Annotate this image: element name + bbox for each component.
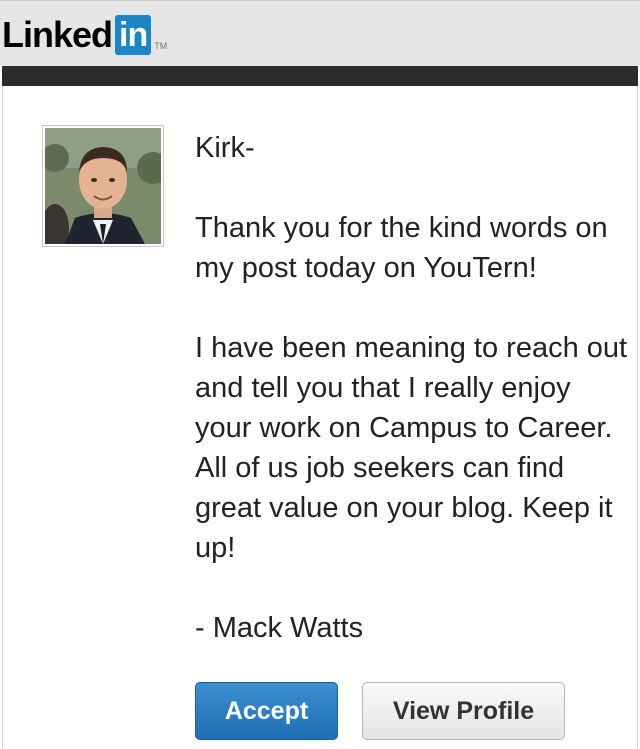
avatar[interactable] — [42, 125, 164, 247]
accept-button[interactable]: Accept — [195, 682, 338, 740]
logo-trademark: TM — [154, 41, 168, 51]
person-photo-icon — [45, 128, 161, 244]
message-signature: - Mack Watts — [195, 612, 364, 644]
message-paragraph-1: Thank you for the kind words on my post … — [195, 212, 608, 284]
header-divider-bar — [2, 66, 638, 86]
message-greeting: Kirk- — [195, 132, 255, 164]
logo-in-badge: in — [115, 15, 152, 55]
header-bar: Linked in TM — [0, 0, 640, 66]
linkedin-logo[interactable]: Linked in TM — [2, 15, 167, 55]
view-profile-button[interactable]: View Profile — [362, 682, 565, 740]
message-paragraph-2: I have been meaning to reach out and tel… — [195, 332, 628, 564]
avatar-photo — [45, 128, 161, 244]
message-body: Kirk- Thank you for the kind words on my… — [195, 128, 635, 648]
logo-wordmark: Linked — [2, 14, 113, 55]
